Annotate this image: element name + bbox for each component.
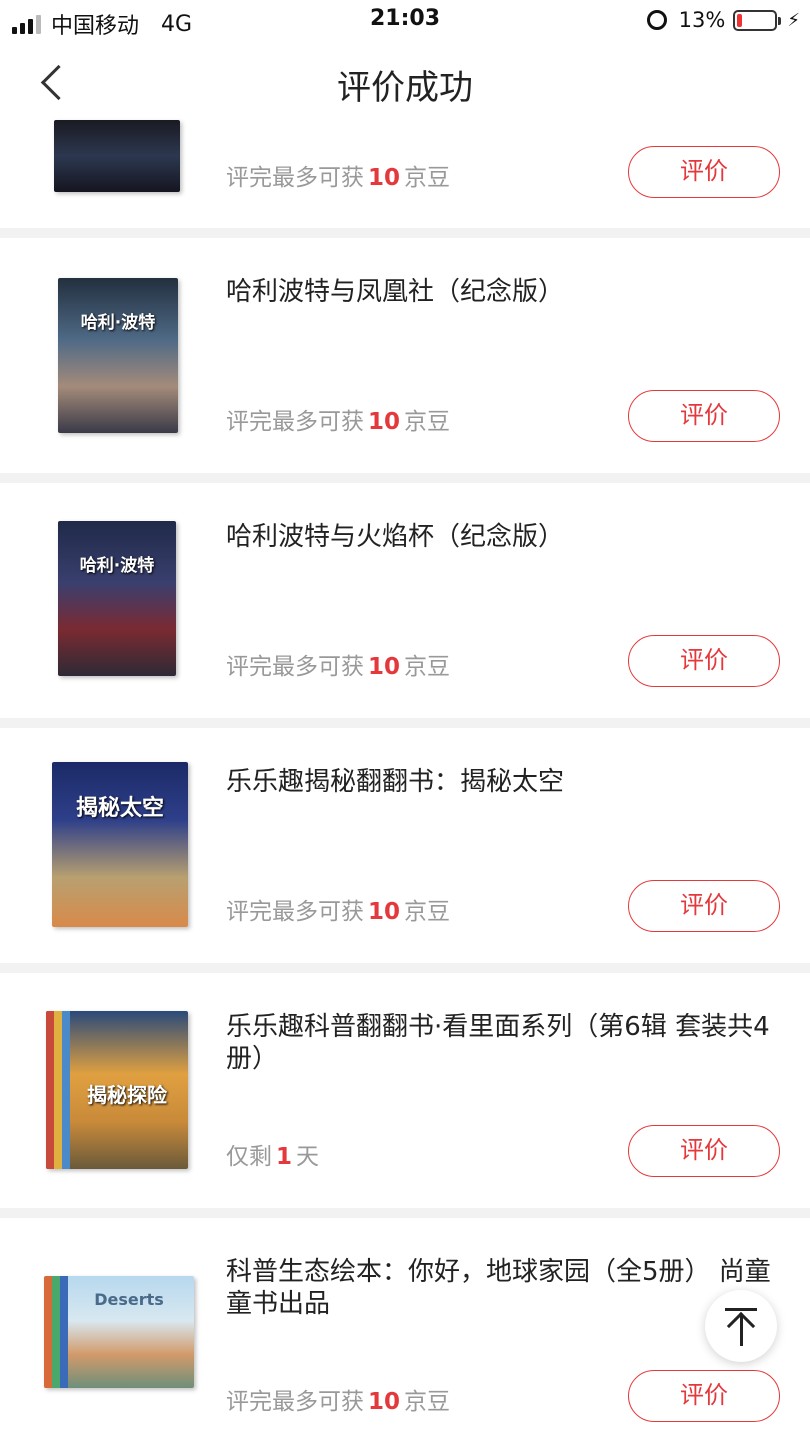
product-title[interactable]: 哈利波特与凤凰社（纪念版） — [226, 276, 776, 308]
divider — [0, 228, 810, 238]
divider — [0, 1208, 810, 1218]
page-title: 评价成功 — [337, 68, 473, 108]
product-cover-image[interactable]: 揭秘探险 — [46, 1011, 188, 1169]
alarm-icon — [646, 10, 667, 30]
cover-title: 揭秘探险 — [87, 1083, 167, 1107]
battery-percent: 13% — [678, 8, 726, 32]
reward-number: 10 — [368, 654, 401, 680]
divider — [0, 963, 810, 973]
nav-bar: 评价成功 — [0, 44, 810, 120]
battery-fill — [737, 13, 743, 27]
rate-button[interactable]: 评价 — [628, 146, 780, 198]
product-cover-image[interactable]: 揭秘太空 — [52, 762, 188, 927]
divider — [0, 473, 810, 483]
divider — [0, 718, 810, 728]
reward-prefix: 仅剩 — [226, 1144, 272, 1170]
list-item: 哈利·波特 哈利波特与火焰杯（纪念版） 评完最多可获 10 京豆 评价 — [0, 483, 810, 718]
product-cover-image[interactable]: 哈利·波特 — [58, 278, 178, 433]
reward-text: 评完最多可获 10 京豆 — [226, 892, 450, 926]
status-bar: 中国移动 4G 21:03 13% ⚡ — [0, 0, 810, 44]
reward-text: 评完最多可获 10 京豆 — [226, 158, 450, 192]
rate-button[interactable]: 评价 — [628, 880, 780, 932]
list-item: 揭秘太空 乐乐趣揭秘翻翻书：揭秘太空 评完最多可获 10 京豆 评价 — [0, 728, 810, 963]
product-title[interactable]: 科普生态绘本：你好，地球家园（全5册） 尚童童书出品 — [226, 1256, 776, 1320]
product-title[interactable]: 哈利波特与火焰杯（纪念版） — [226, 521, 776, 553]
reward-prefix: 评完最多可获 — [226, 1389, 364, 1415]
reward-suffix: 京豆 — [404, 1389, 451, 1415]
list-item: 评完最多可获 10 京豆 评价 — [0, 120, 810, 228]
reward-prefix: 评完最多可获 — [226, 654, 364, 680]
reward-suffix: 天 — [296, 1144, 320, 1170]
reward-number: 10 — [368, 409, 401, 435]
list-item: 哈利·波特 哈利波特与凤凰社（纪念版） 评完最多可获 10 京豆 评价 — [0, 238, 810, 473]
reward-prefix: 评完最多可获 — [226, 899, 364, 925]
list-item: 揭秘探险 乐乐趣科普翻翻书·看里面系列（第6辑 套装共4册） 仅剩 1 天 评价 — [0, 973, 810, 1208]
reward-text: 仅剩 1 天 — [226, 1137, 319, 1171]
reward-number: 10 — [368, 165, 401, 191]
product-cover-image[interactable]: 哈利·波特 — [58, 521, 176, 676]
reward-number: 1 — [276, 1144, 293, 1170]
arrow-up-icon — [726, 1311, 756, 1341]
reward-text: 评完最多可获 10 京豆 — [226, 402, 450, 436]
reward-text: 评完最多可获 10 京豆 — [226, 1382, 450, 1416]
status-right: 13% ⚡ — [646, 8, 800, 32]
reward-prefix: 评完最多可获 — [226, 409, 364, 435]
cover-title: 哈利·波特 — [80, 313, 156, 333]
reward-number: 10 — [368, 899, 401, 925]
cover-title: Deserts — [94, 1290, 164, 1309]
back-to-top-button[interactable] — [705, 1290, 777, 1362]
rate-button[interactable]: 评价 — [628, 1370, 780, 1422]
charging-icon: ⚡ — [787, 9, 800, 31]
reward-suffix: 京豆 — [404, 165, 451, 191]
product-title[interactable]: 乐乐趣揭秘翻翻书：揭秘太空 — [226, 766, 776, 798]
reward-suffix: 京豆 — [404, 654, 451, 680]
reward-number: 10 — [368, 1389, 401, 1415]
reward-suffix: 京豆 — [404, 899, 451, 925]
product-cover-image[interactable] — [54, 120, 180, 192]
list-item: Deserts 科普生态绘本：你好，地球家园（全5册） 尚童童书出品 评完最多可… — [0, 1218, 810, 1440]
reward-suffix: 京豆 — [404, 409, 451, 435]
product-cover-image[interactable]: Deserts — [44, 1276, 194, 1388]
reward-prefix: 评完最多可获 — [226, 165, 364, 191]
rate-button[interactable]: 评价 — [628, 1125, 780, 1177]
product-title[interactable]: 乐乐趣科普翻翻书·看里面系列（第6辑 套装共4册） — [226, 1011, 776, 1075]
cover-title: 哈利·波特 — [79, 556, 155, 576]
reward-text: 评完最多可获 10 京豆 — [226, 647, 450, 681]
battery-icon — [733, 9, 782, 31]
rate-button[interactable]: 评价 — [628, 390, 780, 442]
cover-title: 揭秘太空 — [75, 796, 164, 821]
rate-button[interactable]: 评价 — [628, 635, 780, 687]
